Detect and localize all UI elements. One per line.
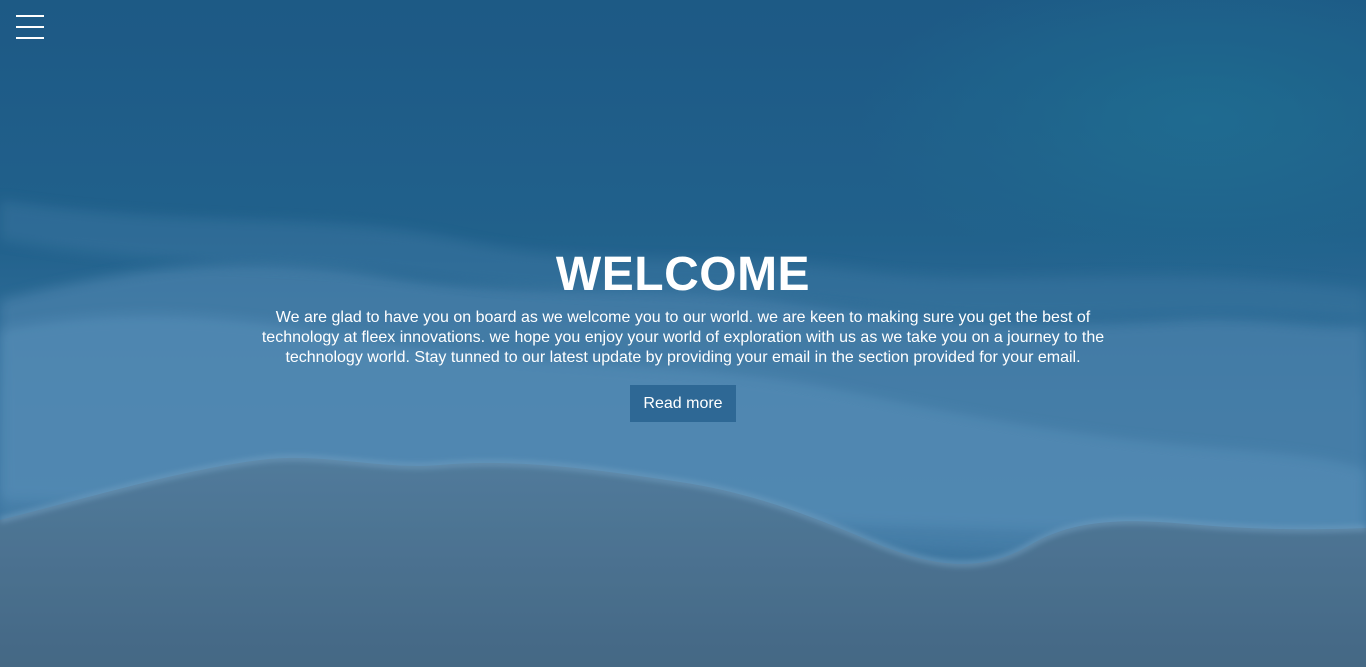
read-more-button[interactable]: Read more	[630, 385, 736, 422]
hamburger-menu-icon[interactable]	[16, 15, 44, 40]
hero-content: WELCOME We are glad to have you on board…	[250, 246, 1116, 422]
menu-line	[16, 15, 44, 17]
hero-section: WELCOME We are glad to have you on board…	[0, 0, 1366, 667]
hero-title: WELCOME	[555, 248, 811, 301]
hero-description: We are glad to have you on board as we w…	[261, 309, 1105, 366]
menu-line	[16, 26, 44, 28]
menu-line	[16, 37, 44, 39]
